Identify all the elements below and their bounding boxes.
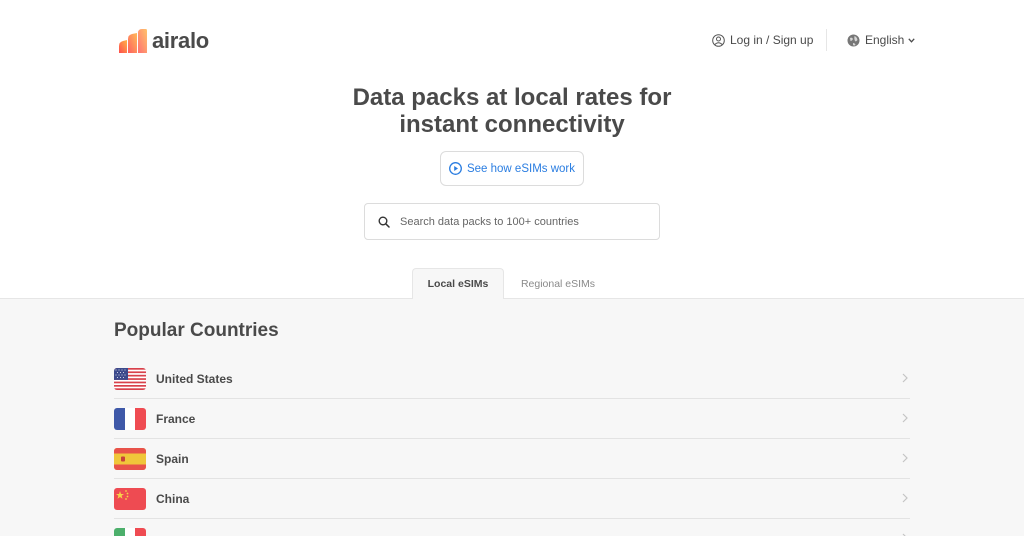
see-how-esims-work-button[interactable]: See how eSIMs work (440, 151, 584, 186)
airalo-logo-mark-icon (119, 29, 147, 53)
tab-regional-esims[interactable]: Regional eSIMs (510, 268, 606, 299)
us-flag-icon (114, 367, 146, 390)
login-label: Log in / Sign up (730, 33, 814, 47)
play-circle-icon (449, 162, 462, 175)
country-name: United States (156, 371, 233, 386)
country-name: Spain (156, 451, 189, 466)
site-header: airalo Log in / Sign up English (0, 0, 1024, 82)
list-item-china[interactable]: China (114, 479, 910, 519)
airalo-logo[interactable]: airalo (118, 28, 209, 54)
chevron-down-icon (908, 37, 916, 43)
tab-local-esims[interactable]: Local eSIMs (412, 268, 504, 299)
hero-title-line2: instant connectivity (399, 111, 625, 138)
list-item-italy[interactable] (114, 519, 910, 536)
language-label: English (865, 33, 905, 47)
list-item-united-states[interactable]: United States (114, 359, 910, 399)
user-icon (712, 33, 725, 47)
list-item-france[interactable]: France (114, 399, 910, 439)
country-search-box[interactable] (364, 203, 660, 240)
hero-title: Data packs at local rates for instant co… (0, 84, 1024, 138)
section-title: Popular Countries (114, 320, 279, 341)
spain-flag-icon (114, 447, 146, 470)
china-flag-icon (114, 487, 146, 510)
chevron-right-icon (902, 493, 908, 503)
chevron-right-icon (902, 453, 908, 463)
language-selector[interactable]: English (847, 33, 916, 47)
italy-flag-icon (114, 527, 146, 536)
country-name: China (156, 491, 190, 506)
how-button-label: See how eSIMs work (466, 162, 575, 175)
login-signup-link[interactable]: Log in / Sign up (712, 33, 813, 47)
search-icon (378, 216, 390, 228)
logo-text: airalo (152, 28, 209, 53)
list-item-spain[interactable]: Spain (114, 439, 910, 479)
popular-countries-section: Popular Countries United States France S… (0, 299, 1024, 536)
header-divider (826, 29, 827, 51)
chevron-right-icon (902, 373, 908, 383)
chevron-right-icon (902, 413, 908, 423)
globe-icon (847, 34, 860, 46)
hero-title-line1: Data packs at local rates for (352, 84, 672, 111)
france-flag-icon (114, 407, 146, 430)
country-name: France (156, 411, 196, 426)
search-input[interactable] (400, 215, 640, 228)
country-list: United States France Spain China (114, 359, 910, 536)
